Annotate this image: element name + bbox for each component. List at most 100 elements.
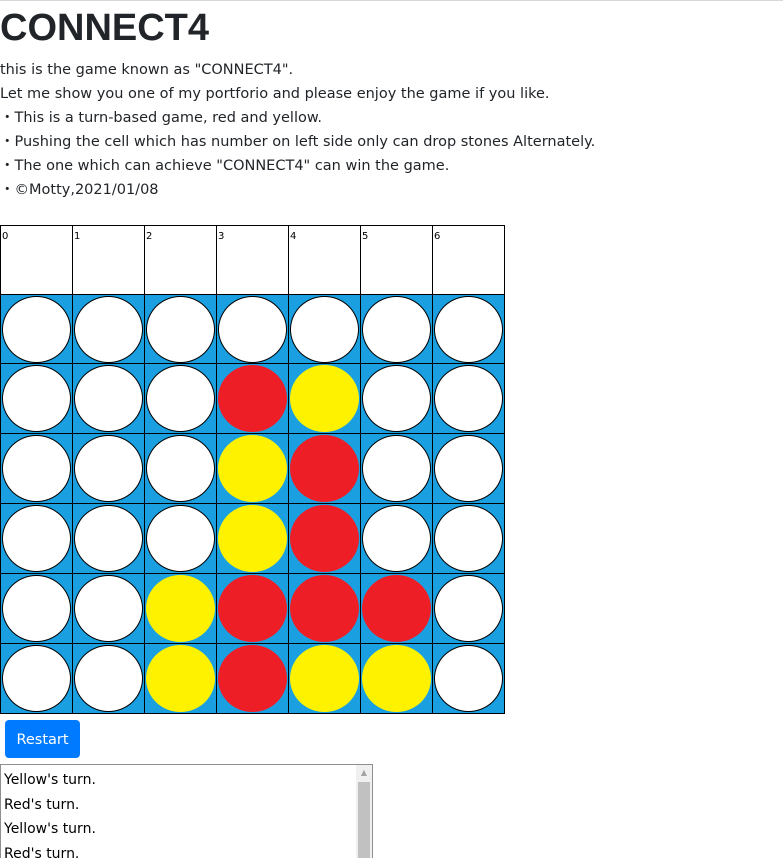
board-row [0, 643, 511, 714]
drop-cell-6[interactable]: 6 [432, 225, 505, 295]
board-cell [0, 294, 73, 365]
board-cell [72, 433, 145, 504]
board-cell [288, 363, 361, 434]
log-line: Yellow's turn. [4, 772, 96, 788]
board-cell [216, 363, 289, 434]
board-row [0, 503, 511, 574]
board-cell [0, 503, 73, 574]
board-cell [432, 363, 505, 434]
board-cell [0, 433, 73, 504]
log-scrollbar[interactable]: ▲ [356, 765, 372, 858]
board-cell [144, 294, 217, 365]
turn-log-lines: Yellow's turn. Red's turn. Yellow's turn… [4, 768, 96, 858]
column-number: 4 [290, 231, 297, 242]
board-cell [72, 573, 145, 644]
board-cell [360, 573, 433, 644]
empty-slot [362, 296, 431, 363]
yellow-stone [218, 505, 287, 572]
column-number: 1 [74, 231, 81, 242]
scroll-thumb[interactable] [358, 782, 370, 858]
board-cell [144, 573, 217, 644]
red-stone [362, 575, 431, 642]
drop-cell-3[interactable]: 3 [216, 225, 289, 295]
board-cell [144, 643, 217, 714]
board-cell [216, 573, 289, 644]
log-line: Yellow's turn. [4, 821, 96, 837]
empty-slot [74, 505, 143, 572]
yellow-stone [290, 645, 359, 712]
board-cell [432, 503, 505, 574]
board-cell [0, 643, 73, 714]
board-cell [288, 573, 361, 644]
red-stone [290, 575, 359, 642]
page-title: CONNECT4 [0, 7, 210, 49]
empty-slot [2, 505, 71, 572]
column-number: 2 [146, 231, 153, 242]
empty-slot [434, 505, 503, 572]
log-line: Red's turn. [4, 845, 80, 858]
empty-slot [74, 365, 143, 432]
board-cell [432, 573, 505, 644]
top-divider [0, 0, 783, 1]
board-cell [432, 294, 505, 365]
turn-log[interactable]: Yellow's turn. Red's turn. Yellow's turn… [0, 764, 373, 858]
red-stone [290, 505, 359, 572]
empty-slot [290, 296, 359, 363]
empty-slot [434, 296, 503, 363]
yellow-stone [362, 645, 431, 712]
empty-slot [2, 435, 71, 502]
scroll-up-icon[interactable]: ▲ [356, 765, 372, 781]
yellow-stone [146, 645, 215, 712]
board-cell [432, 433, 505, 504]
board-cell [360, 643, 433, 714]
yellow-stone [218, 435, 287, 502]
empty-slot [146, 435, 215, 502]
game-board: 0 1 2 3 4 5 6 [0, 225, 511, 715]
restart-button[interactable]: Restart [5, 720, 80, 758]
empty-slot [74, 575, 143, 642]
board-row [0, 294, 511, 365]
red-stone [218, 365, 287, 432]
red-stone [218, 645, 287, 712]
empty-slot [2, 365, 71, 432]
drop-cell-1[interactable]: 1 [72, 225, 145, 295]
stone-grid [0, 294, 511, 715]
board-cell [144, 503, 217, 574]
board-cell [432, 643, 505, 714]
empty-slot [362, 505, 431, 572]
description-line: ・This is a turn-based game, red and yell… [0, 110, 322, 126]
empty-slot [146, 505, 215, 572]
red-stone [218, 575, 287, 642]
board-cell [288, 503, 361, 574]
drop-cell-2[interactable]: 2 [144, 225, 217, 295]
board-cell [144, 363, 217, 434]
board-row [0, 363, 511, 434]
column-number: 0 [2, 231, 9, 242]
board-cell [288, 294, 361, 365]
empty-slot [434, 435, 503, 502]
board-cell [288, 643, 361, 714]
description-line: this is the game known as "CONNECT4". [0, 62, 294, 78]
description-line: ・©Motty,2021/01/08 [0, 182, 159, 198]
empty-slot [74, 645, 143, 712]
board-cell [72, 363, 145, 434]
board-cell [360, 433, 433, 504]
board-cell [0, 573, 73, 644]
board-cell [216, 294, 289, 365]
empty-slot [74, 296, 143, 363]
empty-slot [2, 645, 71, 712]
board-row [0, 433, 511, 504]
board-cell [72, 294, 145, 365]
empty-slot [2, 296, 71, 363]
drop-row: 0 1 2 3 4 5 6 [0, 225, 511, 295]
board-cell [216, 433, 289, 504]
board-cell [288, 433, 361, 504]
drop-cell-0[interactable]: 0 [0, 225, 73, 295]
drop-cell-5[interactable]: 5 [360, 225, 433, 295]
yellow-stone [290, 365, 359, 432]
drop-cell-4[interactable]: 4 [288, 225, 361, 295]
board-cell [72, 643, 145, 714]
description: this is the game known as "CONNECT4". Le… [0, 58, 595, 202]
yellow-stone [146, 575, 215, 642]
board-cell [216, 643, 289, 714]
